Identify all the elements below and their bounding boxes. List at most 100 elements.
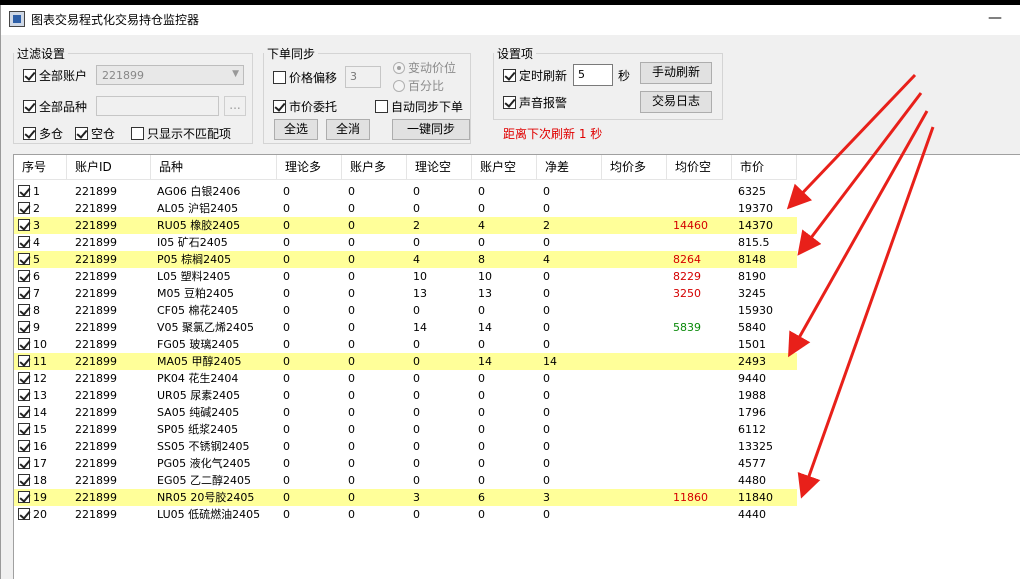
auto-sync-checkbox[interactable]: 自动同步下单 (375, 98, 463, 115)
sound-alarm-checkbox[interactable]: 声音报警 (503, 94, 567, 111)
header-col-account-long[interactable]: 账户多 (342, 155, 407, 180)
minimize-button[interactable]: — (984, 7, 1006, 31)
table-row[interactable]: 3 221899 RU05 橡胶2405 0 0 2 4 2 14460 14370 (14, 217, 797, 234)
header-col-theory-short[interactable]: 理论空 (407, 155, 472, 180)
table-row[interactable]: 19 221899 NR05 20号胶2405 0 0 3 6 3 11860 11840 (14, 489, 797, 506)
row-checkbox[interactable] (18, 185, 30, 197)
table-row[interactable]: 4 221899 I05 矿石2405 0 0 0 0 0 815.5 (14, 234, 797, 251)
refresh-countdown: 距离下次刷新 1 秒 (503, 127, 603, 141)
cell-no: 20 (14, 506, 67, 523)
table-row[interactable]: 1 221899 AG06 白银2406 0 0 0 0 0 6325 (14, 183, 797, 200)
cell-avg-short (667, 404, 732, 421)
offset-input[interactable]: 3 (345, 66, 381, 88)
cell-account-id: 221899 (75, 440, 117, 453)
cell-avg-long (602, 404, 667, 421)
header-col-product[interactable]: 品种 (151, 155, 277, 180)
table-row[interactable]: 5 221899 P05 棕榈2405 0 0 4 8 4 8264 8148 (14, 251, 797, 268)
cell-account-short: 0 (478, 389, 485, 402)
table-row[interactable]: 7 221899 M05 豆粕2405 0 0 13 13 0 3250 3245 (14, 285, 797, 302)
row-checkbox[interactable] (18, 202, 30, 214)
header-col-no[interactable]: 序号 (14, 155, 67, 180)
table-row[interactable]: 2 221899 AL05 沪铝2405 0 0 0 0 0 19370 (14, 200, 797, 217)
table-row[interactable]: 11 221899 MA05 甲醇2405 0 0 0 14 14 2493 (14, 353, 797, 370)
row-checkbox[interactable] (18, 219, 30, 231)
cell-avg-short (667, 183, 732, 200)
long-checkbox[interactable]: 多仓 (23, 125, 63, 142)
cell-avg-short: 14460 (673, 219, 708, 232)
all-products-checkbox[interactable]: 全部品种 (23, 98, 87, 115)
cell-avg-short (667, 336, 732, 353)
table-row[interactable]: 16 221899 SS05 不锈钢2405 0 0 0 0 0 13325 (14, 438, 797, 455)
cell-account-short: 10 (478, 270, 492, 283)
row-checkbox[interactable] (18, 372, 30, 384)
table-row[interactable]: 18 221899 EG05 乙二醇2405 0 0 0 0 0 4480 (14, 472, 797, 489)
cell-theory-short: 0 (413, 423, 420, 436)
row-checkbox[interactable] (18, 355, 30, 367)
table-row[interactable]: 8 221899 CF05 棉花2405 0 0 0 0 0 15930 (14, 302, 797, 319)
row-checkbox[interactable] (18, 406, 30, 418)
cell-account-long: 0 (348, 321, 355, 334)
row-checkbox[interactable] (18, 304, 30, 316)
refresh-interval-input[interactable]: 5 (573, 64, 613, 86)
cell-product: M05 豆粕2405 (157, 287, 234, 300)
cell-market-price: 1796 (738, 406, 766, 419)
tick-radio[interactable]: 变动价位 (393, 59, 456, 76)
only-mismatch-checkbox[interactable]: 只显示不匹配项 (131, 125, 231, 142)
cell-account-short: 14 (478, 321, 492, 334)
one-click-sync-button[interactable]: 一键同步 (392, 119, 470, 140)
row-checkbox[interactable] (18, 338, 30, 350)
row-checkbox[interactable] (18, 287, 30, 299)
price-offset-checkbox[interactable]: 价格偏移 (273, 69, 337, 86)
table-row[interactable]: 15 221899 SP05 纸浆2405 0 0 0 0 0 6112 (14, 421, 797, 438)
row-checkbox[interactable] (18, 440, 30, 452)
cell-theory-short: 0 (413, 508, 420, 521)
header-col-market-price[interactable]: 市价 (732, 155, 797, 180)
header-col-avg-short[interactable]: 均价空 (667, 155, 732, 180)
cell-theory-long: 0 (283, 202, 290, 215)
cell-theory-short: 0 (413, 389, 420, 402)
row-checkbox[interactable] (18, 389, 30, 401)
header-col-account-id[interactable]: 账户ID (67, 155, 151, 180)
header-col-account-short[interactable]: 账户空 (472, 155, 537, 180)
trade-log-button[interactable]: 交易日志 (640, 91, 712, 113)
product-input[interactable] (96, 96, 219, 116)
row-checkbox[interactable] (18, 508, 30, 520)
header-col-net-diff[interactable]: 净差 (537, 155, 602, 180)
table-row[interactable]: 17 221899 PG05 液化气2405 0 0 0 0 0 4577 (14, 455, 797, 472)
table-row[interactable]: 14 221899 SA05 纯碱2405 0 0 0 0 0 1796 (14, 404, 797, 421)
table-row[interactable]: 9 221899 V05 聚氯乙烯2405 0 0 14 14 0 5839 5840 (14, 319, 797, 336)
timed-refresh-checkbox[interactable]: 定时刷新 (503, 67, 567, 84)
cell-account-long: 0 (348, 236, 355, 249)
cell-theory-long: 0 (283, 491, 290, 504)
select-all-button[interactable]: 全选 (274, 119, 318, 140)
cancel-all-button[interactable]: 全消 (326, 119, 370, 140)
cell-account-id: 221899 (75, 253, 117, 266)
table-row[interactable]: 20 221899 LU05 低硫燃油2405 0 0 0 0 0 4440 (14, 506, 797, 523)
row-checkbox[interactable] (18, 236, 30, 248)
cell-net-diff: 0 (543, 440, 550, 453)
percent-radio[interactable]: 百分比 (393, 77, 444, 94)
row-checkbox[interactable] (18, 457, 30, 469)
cell-account-short: 0 (478, 236, 485, 249)
table-row[interactable]: 6 221899 L05 塑料2405 0 0 10 10 0 8229 8190 (14, 268, 797, 285)
browse-button[interactable]: ... (224, 96, 246, 116)
manual-refresh-button[interactable]: 手动刷新 (640, 62, 712, 84)
row-checkbox[interactable] (18, 270, 30, 282)
cell-market-price: 3245 (738, 287, 766, 300)
row-checkbox[interactable] (18, 491, 30, 503)
all-accounts-checkbox[interactable]: 全部账户 (23, 67, 87, 84)
table-row[interactable]: 10 221899 FG05 玻璃2405 0 0 0 0 0 1501 (14, 336, 797, 353)
app-icon (9, 11, 25, 27)
row-checkbox[interactable] (18, 253, 30, 265)
account-select[interactable]: 221899 ▼ (96, 65, 244, 85)
table-row[interactable]: 13 221899 UR05 尿素2405 0 0 0 0 0 1988 (14, 387, 797, 404)
cell-market-price: 11840 (738, 491, 773, 504)
row-checkbox[interactable] (18, 321, 30, 333)
market-order-checkbox[interactable]: 市价委托 (273, 98, 337, 115)
row-checkbox[interactable] (18, 474, 30, 486)
row-checkbox[interactable] (18, 423, 30, 435)
header-col-avg-long[interactable]: 均价多 (602, 155, 667, 180)
short-checkbox[interactable]: 空仓 (75, 125, 115, 142)
table-row[interactable]: 12 221899 PK04 花生2404 0 0 0 0 0 9440 (14, 370, 797, 387)
header-col-theory-long[interactable]: 理论多 (277, 155, 342, 180)
